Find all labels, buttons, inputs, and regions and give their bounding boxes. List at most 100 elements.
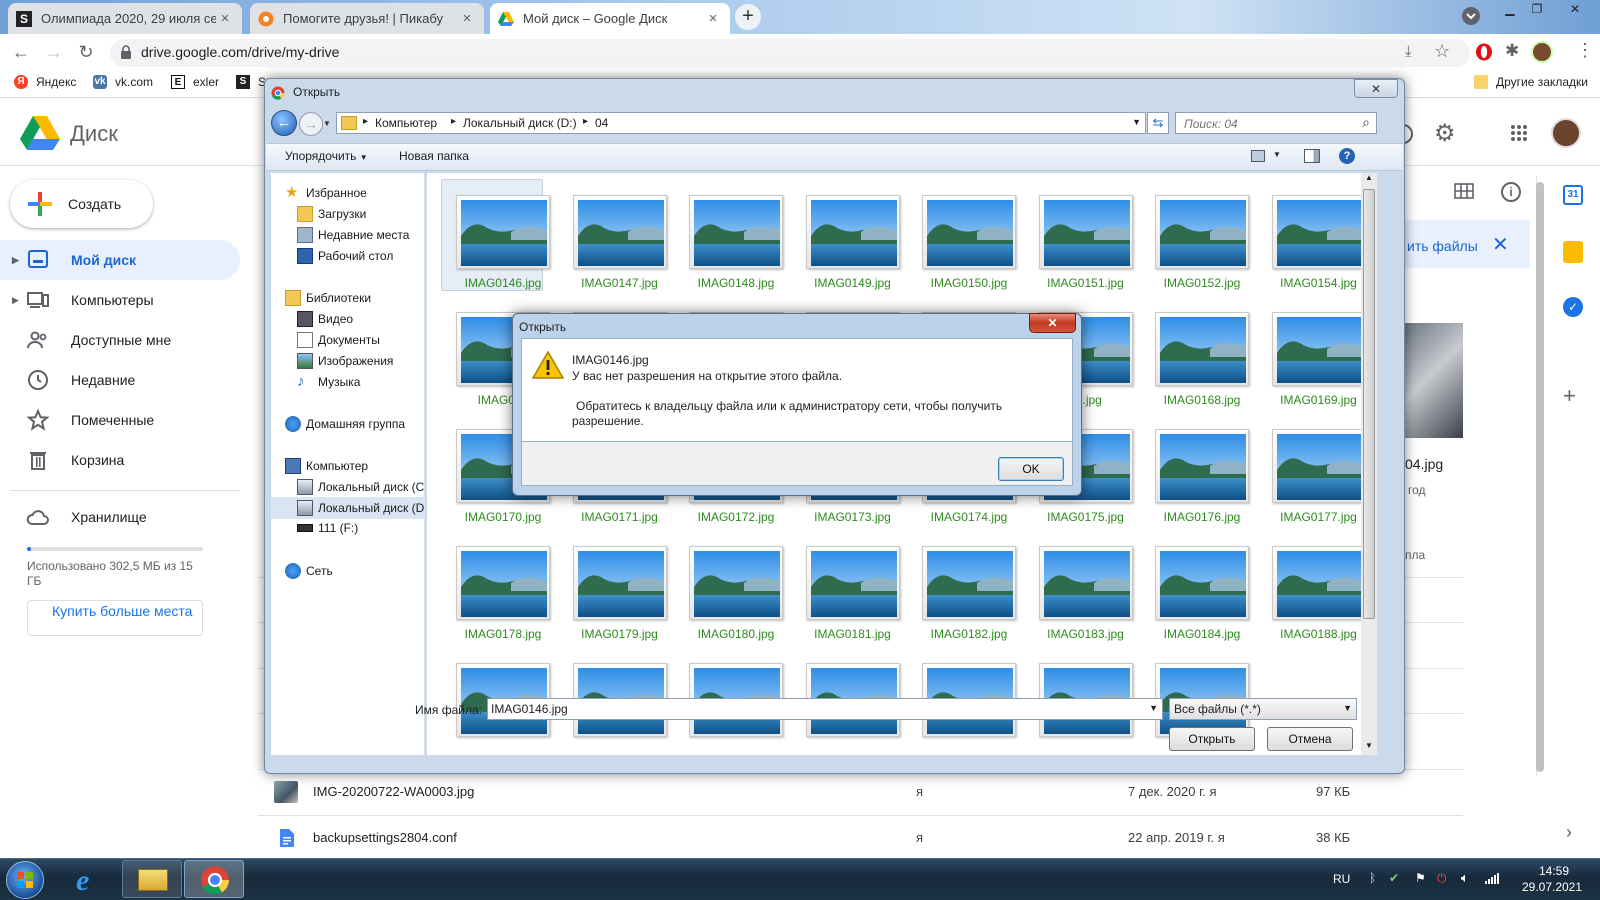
tree-network[interactable]: Сеть xyxy=(285,563,333,579)
scroll-up-icon[interactable]: ▲ xyxy=(1361,173,1377,187)
file-thumbnail-label[interactable]: IMAG0146.jpg xyxy=(445,276,561,290)
tree-documents[interactable]: Документы xyxy=(297,332,380,348)
file-thumbnail[interactable] xyxy=(1155,312,1249,386)
open-button[interactable]: Открыть xyxy=(1169,727,1255,751)
file-type-select[interactable]: Все файлы (*.*) ▼ xyxy=(1169,698,1357,720)
ok-button[interactable]: OK xyxy=(998,457,1064,481)
nav-shared[interactable]: Доступные мне xyxy=(0,320,240,360)
reload-icon[interactable]: ↻ xyxy=(75,42,97,64)
file-thumbnail-label[interactable]: IMAG0179.jpg xyxy=(562,627,678,641)
clock-time[interactable]: 14:59 xyxy=(1524,864,1584,878)
info-icon[interactable]: i xyxy=(1501,182,1521,202)
tree-disk-c[interactable]: Локальный диск (C xyxy=(297,479,424,495)
filename-input[interactable]: IMAG0146.jpg ▼ xyxy=(487,698,1163,720)
tab-olympiad[interactable]: S Олимпиада 2020, 29 июля сего × xyxy=(8,3,242,34)
close-icon[interactable]: × xyxy=(216,10,234,27)
tree-images[interactable]: Изображения xyxy=(297,353,393,369)
file-thumbnail[interactable] xyxy=(922,195,1016,269)
table-row[interactable]: IMG-20200722-WA0003.jpg я 7 дек. 2020 г.… xyxy=(258,769,1463,815)
cancel-button[interactable]: Отмена xyxy=(1267,727,1353,751)
file-thumbnail[interactable] xyxy=(1155,195,1249,269)
opera-icon[interactable] xyxy=(1475,43,1493,61)
file-thumbnail-label[interactable]: IMAG0169.jpg xyxy=(1261,393,1362,407)
add-addon-icon[interactable]: + xyxy=(1563,383,1576,409)
bookmark-yandex[interactable]: Я Яндекс xyxy=(14,75,76,89)
close-icon[interactable]: × xyxy=(704,10,722,27)
file-thumbnail[interactable] xyxy=(805,195,900,269)
file-type-dropdown-icon[interactable]: ▼ xyxy=(1343,703,1352,713)
file-thumbnail[interactable] xyxy=(1271,546,1361,620)
new-folder-button[interactable]: Новая папка xyxy=(399,149,469,163)
file-thumbnail-label[interactable]: IMAG0173.jpg xyxy=(795,510,911,524)
forward-arrow-icon[interactable]: → xyxy=(299,112,323,136)
file-thumbnail-label[interactable]: IMAG0151.jpg xyxy=(1028,276,1144,290)
file-thumbnail-label[interactable]: IMAG0168.jpg xyxy=(1144,393,1260,407)
banner-close-icon[interactable]: ✕ xyxy=(1492,232,1509,257)
create-button[interactable]: Создать xyxy=(10,180,153,228)
calendar-icon[interactable]: 31 xyxy=(1563,185,1583,205)
file-thumbnail-label[interactable]: IMAG0150.jpg xyxy=(911,276,1027,290)
file-thumbnail-label[interactable]: IMAG0178.jpg xyxy=(445,627,561,641)
preview-pane-icon[interactable] xyxy=(1304,149,1320,163)
search-input[interactable]: Поиск: 04 ⌕ xyxy=(1175,112,1377,134)
file-thumbnail[interactable] xyxy=(1271,195,1361,269)
avatar[interactable] xyxy=(1531,41,1553,63)
tree-music[interactable]: ♪ Музыка xyxy=(297,374,360,390)
file-thumbnail-label[interactable]: IMAG0152.jpg xyxy=(1144,276,1260,290)
nav-storage[interactable]: Хранилище xyxy=(0,497,240,537)
volume-icon[interactable]: 🔈︎ xyxy=(1461,870,1469,886)
file-thumbnail[interactable] xyxy=(456,546,550,620)
back-arrow-icon[interactable]: ← xyxy=(271,110,297,136)
bookmark-exler[interactable]: Eexler xyxy=(171,75,219,89)
file-thumbnail-label[interactable]: IMAG0171.jpg xyxy=(562,510,678,524)
file-thumbnail-label[interactable]: IMAG0175.jpg xyxy=(1028,510,1144,524)
language-indicator[interactable]: RU xyxy=(1333,872,1350,886)
dialog-close-icon[interactable]: ✕ xyxy=(1354,79,1398,98)
nav-trash[interactable]: Корзина xyxy=(0,440,240,480)
file-thumbnail[interactable] xyxy=(1155,429,1249,503)
preview-thumbnail[interactable] xyxy=(1405,323,1463,438)
expand-arrow-icon[interactable]: ▶ xyxy=(12,255,19,266)
file-thumbnail-label[interactable]: IMAG0180.jpg xyxy=(678,627,794,641)
action-center-flag-icon[interactable]: ⚑ xyxy=(1415,871,1426,885)
scroll-down-icon[interactable]: ▼ xyxy=(1361,741,1377,755)
forward-icon[interactable]: → xyxy=(43,42,65,64)
filename-dropdown-icon[interactable]: ▼ xyxy=(1149,703,1158,713)
nav-starred[interactable]: Помеченные xyxy=(0,400,240,440)
file-thumbnail[interactable] xyxy=(689,195,783,269)
file-thumbnail-label[interactable]: IMAG0181.jpg xyxy=(795,627,911,641)
restore-icon[interactable]: ❐ xyxy=(1524,0,1550,18)
tree-favorites[interactable]: ★ Избранное xyxy=(285,185,367,201)
security-check-icon[interactable]: ✔ xyxy=(1389,871,1399,885)
tree-desktop[interactable]: Рабочий стол xyxy=(297,248,393,264)
minimize-icon[interactable]: ▁ xyxy=(1497,0,1523,18)
file-thumbnail-label[interactable]: IMAG0170.jpg xyxy=(445,510,561,524)
start-button[interactable] xyxy=(6,861,44,899)
install-icon[interactable]: ⤓ xyxy=(1405,43,1412,60)
file-thumbnail[interactable] xyxy=(1271,312,1361,386)
file-thumbnail-label[interactable]: IMAG0149.jpg xyxy=(795,276,911,290)
extensions-icon[interactable]: ✱ xyxy=(1505,41,1519,61)
file-thumbnail[interactable] xyxy=(1271,429,1361,503)
settings-gear-icon[interactable]: ⚙ xyxy=(1434,119,1456,148)
table-row[interactable]: backupsettings2804.conf я 22 апр. 2019 г… xyxy=(258,815,1463,861)
file-thumbnail-label[interactable]: IMAG0182.jpg xyxy=(911,627,1027,641)
file-thumbnail[interactable] xyxy=(456,195,550,269)
file-thumbnail[interactable] xyxy=(689,546,783,620)
tree-computer[interactable]: Компьютер xyxy=(285,458,368,474)
file-thumbnail[interactable] xyxy=(1155,546,1249,620)
scrollbar-thumb[interactable] xyxy=(1363,189,1375,619)
page-scrollbar[interactable] xyxy=(1536,182,1544,772)
tab-pikabu[interactable]: Помогите друзья! | Пикабу × xyxy=(250,3,484,34)
clock-date[interactable]: 29.07.2021 xyxy=(1514,880,1590,894)
bookmark-vk[interactable]: vk vk.com xyxy=(93,75,153,89)
bookmark-other[interactable]: Другие закладки xyxy=(1474,75,1588,89)
tree-homegroup[interactable]: Домашняя группа xyxy=(285,416,405,432)
file-thumbnail-label[interactable]: IMAG0177.jpg xyxy=(1261,510,1362,524)
breadcrumb-computer[interactable]: Компьютер xyxy=(375,116,437,130)
apps-grid-icon[interactable] xyxy=(1510,124,1528,142)
nav-my-drive[interactable]: ▶ Мой диск xyxy=(0,240,240,280)
close-icon[interactable]: × xyxy=(458,10,476,27)
account-avatar[interactable] xyxy=(1551,118,1581,148)
grid-scrollbar[interactable]: ▲ ▼ xyxy=(1361,173,1377,755)
